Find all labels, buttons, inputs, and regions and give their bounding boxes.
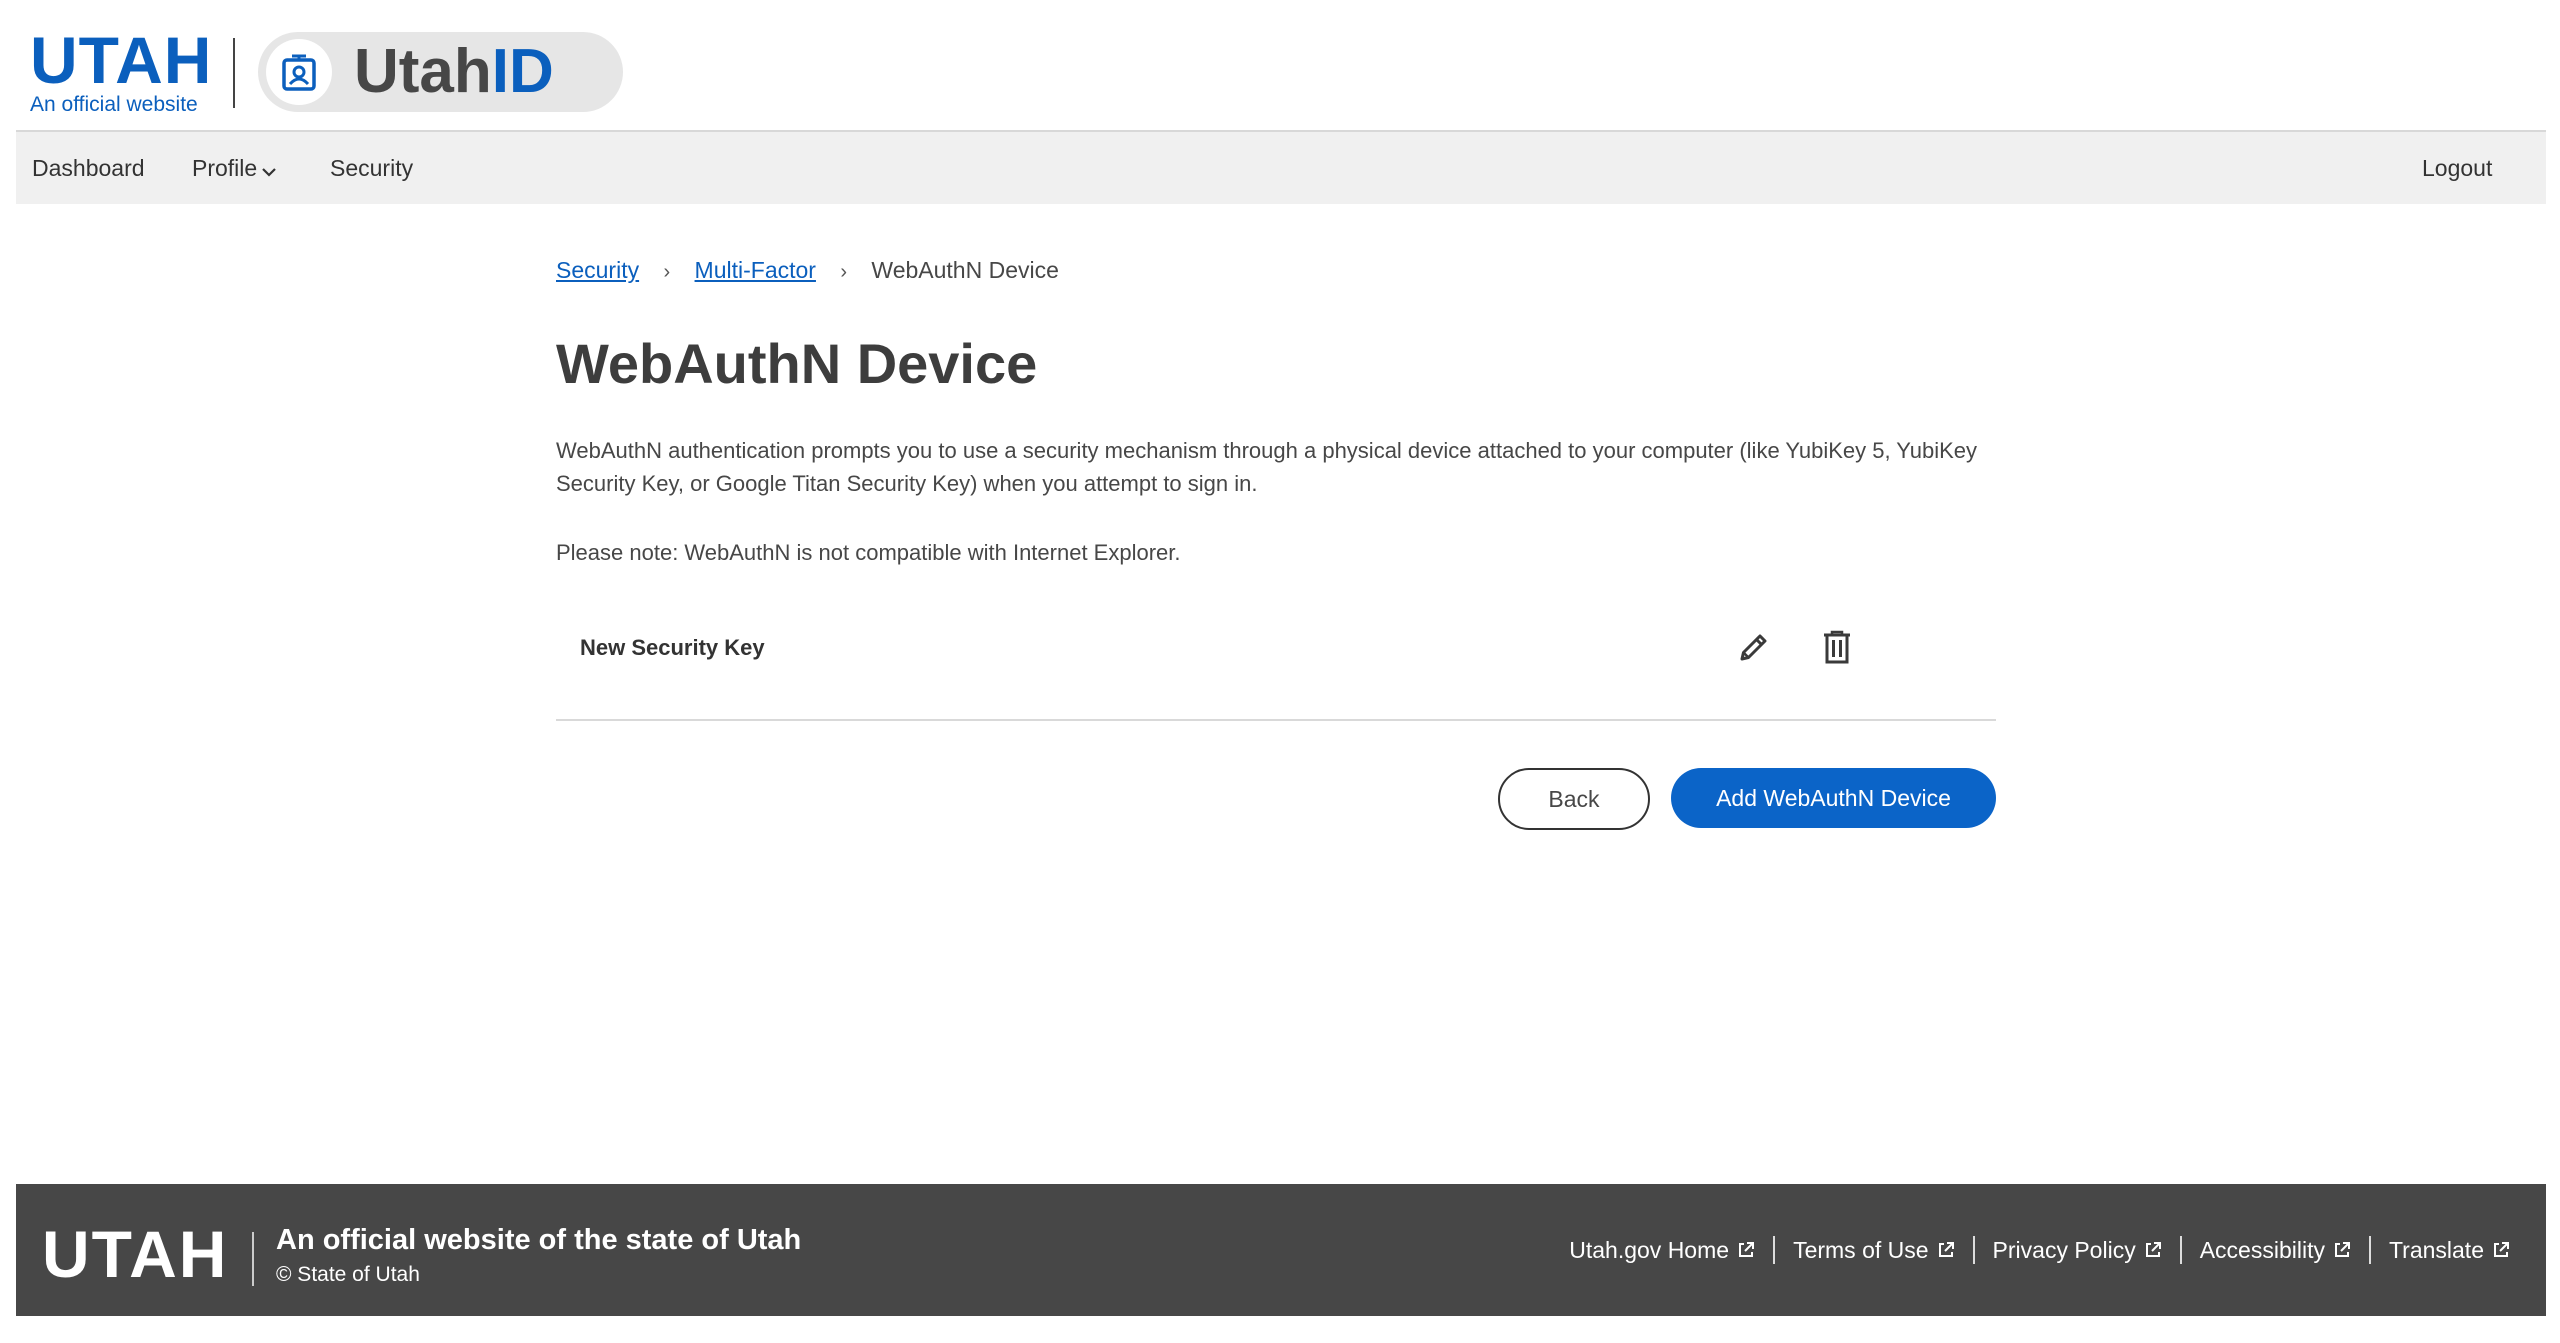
breadcrumb-current: WebAuthN Device — [871, 257, 1059, 283]
trash-icon — [1821, 629, 1853, 670]
footer-link-privacy-policy[interactable]: Privacy Policy — [1993, 1237, 2162, 1264]
device-row: New Security Key — [556, 611, 1996, 721]
external-link-icon — [2145, 1242, 2161, 1257]
utahid-wordmark: UtahID — [354, 38, 554, 106]
footer-link-label: Utah.gov Home — [1569, 1236, 1730, 1263]
footer-link-accessibility[interactable]: Accessibility — [2200, 1237, 2351, 1264]
utah-logo-text: UTAH — [30, 23, 213, 97]
add-webauthn-device-button[interactable]: Add WebAuthN Device — [1671, 768, 1996, 828]
edit-device-button[interactable] — [1732, 627, 1776, 671]
main-content: Security › Multi-Factor › WebAuthN Devic… — [556, 250, 1996, 830]
nav-item-profile-label: Profile — [192, 155, 258, 181]
device-name: New Security Key — [580, 635, 765, 660]
utahid-wordmark-id: ID — [491, 37, 554, 106]
pencil-icon — [1736, 629, 1772, 670]
footer-link-separator — [2368, 1236, 2371, 1264]
footer-copyright: © State of Utah — [276, 1263, 420, 1286]
page-description: WebAuthN authentication prompts you to u… — [556, 438, 1978, 496]
external-link-icon — [1938, 1242, 1954, 1257]
footer-official-text: An official website of the state of Utah — [276, 1224, 802, 1256]
compatibility-note: Please note: WebAuthN is not compatible … — [556, 540, 1181, 565]
footer-link-utah-gov-home[interactable]: Utah.gov Home — [1569, 1237, 1755, 1264]
footer-utah-logo[interactable]: UTAH — [42, 1221, 228, 1287]
breadcrumb-multi-factor[interactable]: Multi-Factor — [695, 257, 816, 283]
breadcrumb-separator: › — [840, 261, 848, 283]
nav-item-security[interactable]: Security — [330, 132, 413, 204]
footer-link-label: Translate — [2388, 1236, 2484, 1263]
footer-link-separator — [1972, 1236, 1975, 1264]
site-footer: UTAH An official website of the state of… — [16, 1184, 2546, 1316]
utahid-wordmark-utah: Utah — [354, 37, 492, 106]
footer-link-translate[interactable]: Translate — [2389, 1237, 2510, 1264]
footer-divider — [252, 1232, 254, 1286]
footer-link-separator — [2179, 1236, 2182, 1264]
chevron-down-icon — [261, 134, 277, 206]
footer-links: Utah.gov Home Terms of Use Privacy Polic… — [1569, 1184, 2510, 1316]
form-actions: Back Add WebAuthN Device — [556, 768, 1996, 830]
footer-link-separator — [1773, 1236, 1776, 1264]
external-link-icon — [2494, 1242, 2509, 1257]
back-button[interactable]: Back — [1498, 768, 1650, 830]
breadcrumb: Security › Multi-Factor › WebAuthN Devic… — [556, 250, 1996, 290]
logo-divider — [233, 38, 235, 108]
main-nav: Dashboard Profile Security Logout — [16, 130, 2546, 204]
site-header: UTAH An official website UtahID — [0, 0, 2560, 130]
footer-link-terms-of-use[interactable]: Terms of Use — [1793, 1237, 1954, 1264]
utah-logo[interactable]: UTAH An official website — [30, 23, 213, 116]
footer-link-label: Privacy Policy — [1992, 1236, 2136, 1263]
external-link-icon — [1739, 1242, 1755, 1257]
utahid-logo[interactable]: UtahID — [258, 32, 623, 112]
delete-device-button[interactable] — [1815, 627, 1859, 671]
external-link-icon — [2334, 1242, 2350, 1257]
nav-item-profile[interactable]: Profile — [192, 132, 277, 204]
nav-item-dashboard[interactable]: Dashboard — [32, 132, 145, 204]
official-website-tagline: An official website — [30, 93, 198, 116]
id-badge-icon — [266, 39, 332, 105]
breadcrumb-security[interactable]: Security — [556, 257, 639, 283]
footer-link-label: Terms of Use — [1793, 1236, 1929, 1263]
footer-link-label: Accessibility — [2199, 1236, 2325, 1263]
page-title: WebAuthN Device — [556, 332, 1038, 395]
breadcrumb-separator: › — [663, 261, 671, 283]
logout-link[interactable]: Logout — [2422, 132, 2492, 204]
